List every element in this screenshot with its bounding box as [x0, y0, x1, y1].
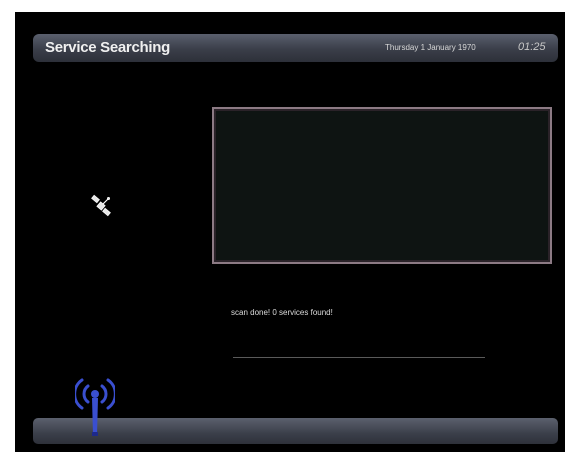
clock-display: 01:25: [518, 41, 546, 53]
tv-screen: Service Searching Thursday 1 January 197…: [15, 12, 565, 452]
title-bar: Service Searching Thursday 1 January 197…: [33, 34, 558, 62]
scan-status-text: scan done! 0 services found!: [231, 308, 333, 317]
video-preview-frame: [212, 107, 552, 264]
page-title: Service Searching: [45, 39, 170, 56]
satellite-icon: [91, 194, 111, 217]
scan-progress-bar: [233, 357, 485, 358]
date-display: Thursday 1 January 1970: [385, 43, 476, 52]
antenna-signal-icon: [75, 378, 115, 436]
